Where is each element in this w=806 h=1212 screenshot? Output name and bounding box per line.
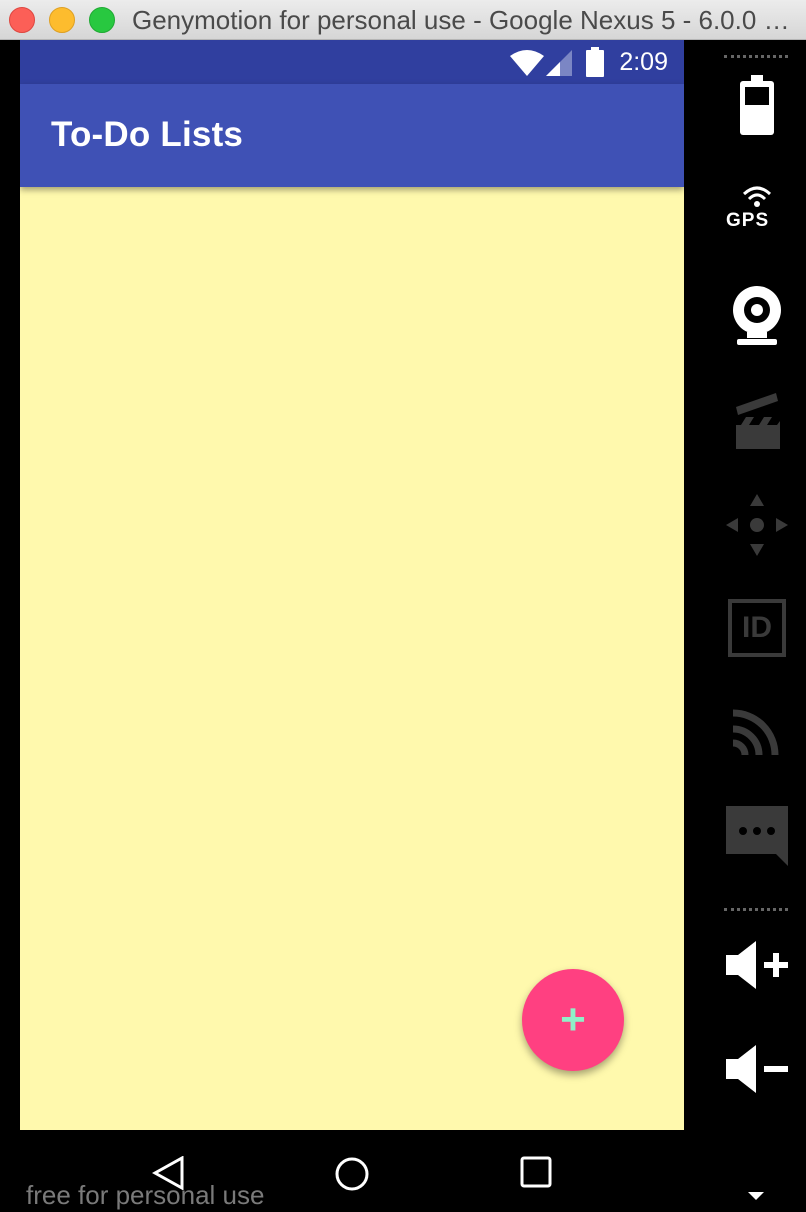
battery-icon xyxy=(740,75,774,135)
zoom-window-button[interactable] xyxy=(89,7,115,33)
dpad-icon xyxy=(726,494,788,556)
page-title: To-Do Lists xyxy=(51,115,244,154)
toolbar-divider xyxy=(724,55,788,58)
window-title: Genymotion for personal use - Google Nex… xyxy=(132,5,792,35)
dpad-tool[interactable] xyxy=(722,490,792,560)
close-window-button[interactable] xyxy=(9,7,35,33)
toolbar-divider xyxy=(724,908,788,911)
volume-down-icon xyxy=(726,1045,788,1093)
plus-icon: + xyxy=(560,995,586,1044)
clapperboard-icon xyxy=(736,393,780,449)
add-list-button[interactable]: + xyxy=(522,969,624,1071)
emulator-toolbar: GPS ID xyxy=(700,40,806,1212)
wifi-icon xyxy=(510,50,544,76)
status-bar: 2:09 xyxy=(20,40,684,84)
volume-down-tool[interactable] xyxy=(722,1034,792,1104)
battery-tool[interactable] xyxy=(722,70,792,140)
sms-tool[interactable] xyxy=(722,800,792,870)
volume-up-tool[interactable] xyxy=(722,930,792,1000)
app-bar: To-Do Lists xyxy=(20,84,684,187)
minimize-window-button[interactable] xyxy=(49,7,75,33)
gps-label: GPS xyxy=(726,210,770,231)
status-time: 2:09 xyxy=(619,48,668,76)
network-icon xyxy=(732,709,779,756)
device-id-tool[interactable]: ID xyxy=(722,593,792,663)
webcam-tool[interactable] xyxy=(722,280,792,350)
window-title-bar: Genymotion for personal use - Google Nex… xyxy=(0,0,806,40)
phone-screen: 2:09 To-Do Lists + xyxy=(20,40,684,1130)
cell-signal-icon xyxy=(546,50,572,76)
webcam-icon xyxy=(733,286,781,345)
media-tool[interactable] xyxy=(722,385,792,455)
network-tool[interactable] xyxy=(722,696,792,766)
home-icon[interactable] xyxy=(334,1156,370,1192)
sms-icon xyxy=(726,806,788,866)
watermark: free for personal use xyxy=(26,1180,265,1210)
battery-status-icon xyxy=(586,47,604,77)
chevron-down-icon[interactable] xyxy=(748,1192,764,1202)
device-id-icon: ID xyxy=(728,599,786,657)
volume-up-icon xyxy=(726,941,788,989)
gps-icon xyxy=(742,186,772,207)
gps-tool[interactable]: GPS xyxy=(722,180,792,250)
device-id-label: ID xyxy=(742,611,772,644)
recents-icon[interactable] xyxy=(520,1156,552,1188)
